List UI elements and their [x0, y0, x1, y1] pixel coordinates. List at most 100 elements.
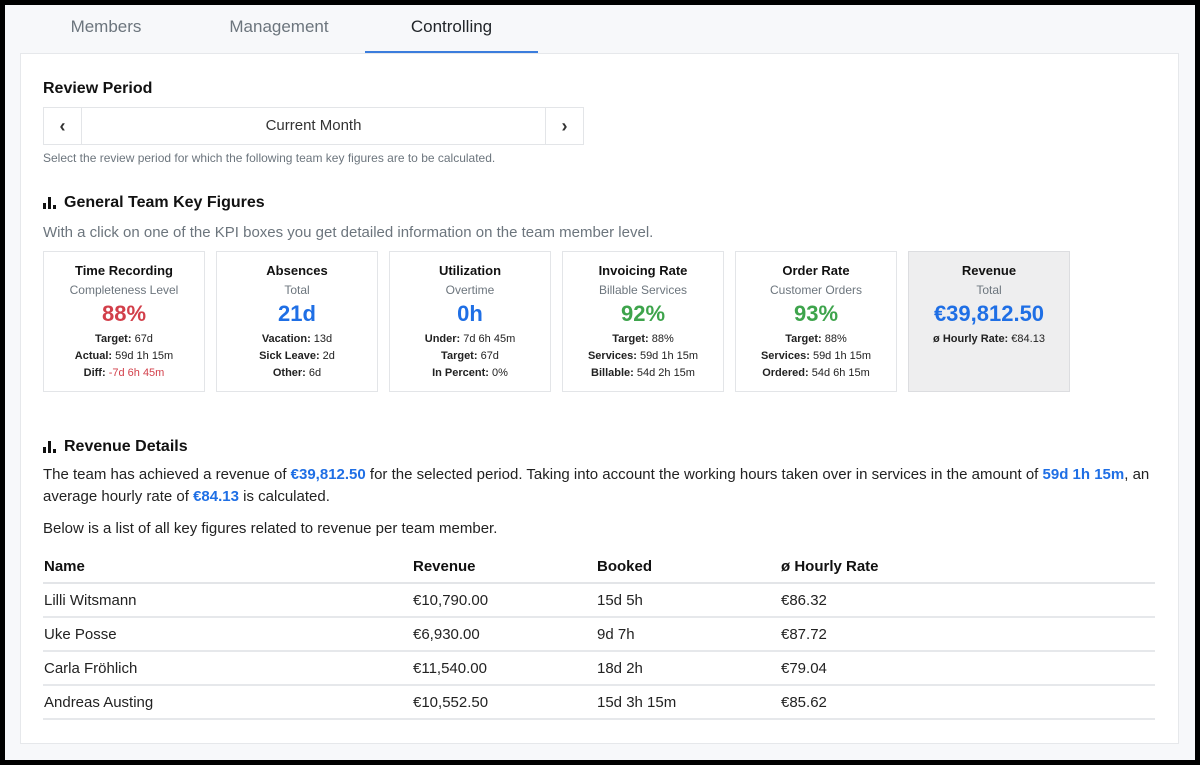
tab-bar: Members Management Controlling	[5, 5, 1195, 53]
cell-revenue: €10,790.00	[412, 583, 596, 618]
kpi-box-time-recording[interactable]: Time Recording Completeness Level 88% Targe…	[43, 251, 205, 392]
kpi-detail-label: Ordered:	[762, 367, 809, 379]
kpi-value: 0h	[457, 301, 483, 326]
kpi-title: Absences	[266, 263, 328, 278]
kpi-boxes: Time Recording Completeness Level 88% Targe…	[43, 251, 1070, 392]
highlighted-value: 59d 1h 15m	[1042, 466, 1125, 483]
cell-hourly-rate: €79.04	[780, 651, 1155, 686]
summary-text: The team has achieved a revenue of	[43, 466, 291, 483]
kpi-detail-line: Billable: 54d 2h 15m	[563, 365, 723, 382]
cell-revenue: €6,930.00	[412, 617, 596, 652]
kpi-detail-value: 67d	[131, 333, 153, 345]
previous-period-button[interactable]: ‹	[44, 108, 82, 144]
kpi-detail-label: Target:	[612, 333, 649, 345]
key-figures-heading: General Team Key Figures	[43, 194, 265, 212]
app-window: Members Management Controlling Review Pe…	[5, 5, 1195, 760]
kpi-title: Utilization	[438, 263, 502, 278]
column-header-hourly-rate[interactable]: ø Hourly Rate	[780, 550, 1155, 584]
summary-text: is calculated.	[238, 488, 330, 505]
kpi-detail-value: 67d	[477, 350, 499, 362]
kpi-detail-label: In Percent:	[432, 367, 489, 379]
column-header-name[interactable]: Name	[43, 550, 412, 584]
table-header-row: Name Revenue Booked ø Hourly Rate	[43, 550, 1155, 584]
tab-controlling[interactable]: Controlling	[365, 5, 538, 53]
tab-members[interactable]: Members	[45, 5, 167, 53]
kpi-subtitle: Overtime	[445, 283, 495, 297]
kpi-details: Target: 67d Actual: 59d 1h 15m Diff: -7d 6…	[44, 331, 204, 382]
kpi-subtitle: Billable Services	[598, 283, 688, 297]
key-figures-description: With a click on one of the KPI boxes you…	[43, 224, 654, 241]
cell-booked: 15d 5h	[596, 583, 780, 618]
kpi-detail-label: Target:	[785, 333, 822, 345]
tab-management[interactable]: Management	[205, 5, 353, 53]
cell-revenue: €11,540.00	[412, 651, 596, 686]
kpi-detail-value: 59d 1h 15m	[809, 350, 872, 362]
kpi-value: 92%	[620, 301, 666, 326]
kpi-value: 93%	[793, 301, 839, 326]
kpi-detail-label: Actual:	[74, 350, 113, 362]
bar-chart-icon	[43, 441, 56, 453]
kpi-title: Invoicing Rate	[598, 263, 688, 278]
kpi-detail-line: Actual: 59d 1h 15m	[44, 348, 204, 365]
kpi-detail-line: ø Hourly Rate: €84.13	[909, 331, 1069, 348]
kpi-detail-value: 88%	[648, 333, 674, 345]
kpi-box-invoicing-rate[interactable]: Invoicing Rate Billable Services 92% Target…	[562, 251, 724, 392]
key-figures-title: General Team Key Figures	[64, 194, 265, 211]
kpi-detail-label: Under:	[424, 333, 461, 345]
kpi-detail-value: 2d	[319, 350, 335, 362]
kpi-details: Vacation: 13d Sick Leave: 2d Other: 6d	[217, 331, 377, 382]
kpi-detail-label: Target:	[441, 350, 478, 362]
revenue-summary: The team has achieved a revenue of €39,8…	[43, 464, 1163, 508]
kpi-box-absences[interactable]: Absences Total 21d Vacation: 13d Sick Leave:…	[216, 251, 378, 392]
kpi-box-order-rate[interactable]: Order Rate Customer Orders 93% Target: 88% S…	[735, 251, 897, 392]
cell-hourly-rate: €85.62	[780, 685, 1155, 720]
kpi-detail-line: Sick Leave: 2d	[217, 348, 377, 365]
chevron-left-icon: ‹	[59, 115, 66, 136]
kpi-detail-value: €84.13	[1008, 333, 1045, 345]
kpi-detail-label: ø Hourly Rate:	[933, 333, 1009, 345]
column-header-revenue[interactable]: Revenue	[412, 550, 596, 584]
kpi-detail-value: 59d 1h 15m	[636, 350, 699, 362]
review-period-help: Select the review period for which the f…	[43, 151, 496, 165]
kpi-box-revenue[interactable]: Revenue Total €39,812.50 ø Hourly Rate: €84…	[908, 251, 1070, 392]
bar-chart-icon	[43, 197, 56, 209]
table-row[interactable]: Lilli Witsmann €10,790.00 15d 5h €86.32	[43, 583, 1155, 618]
kpi-box-utilization[interactable]: Utilization Overtime 0h Under: 7d 6h 45m Tar…	[389, 251, 551, 392]
kpi-detail-value: 59d 1h 15m	[112, 350, 174, 362]
kpi-details: Target: 88% Services: 59d 1h 15m Billable:…	[563, 331, 723, 382]
cell-hourly-rate: €86.32	[780, 583, 1155, 618]
kpi-title: Time Recording	[74, 263, 173, 278]
current-period-label: Current Month	[265, 117, 362, 134]
kpi-detail-value: 7d 6h 45m	[460, 333, 516, 345]
kpi-detail-label: Target:	[95, 333, 132, 345]
kpi-detail-line: Target: 88%	[736, 331, 896, 348]
kpi-detail-value: 13d	[310, 333, 333, 345]
kpi-detail-label: Sick Leave:	[259, 350, 320, 362]
kpi-subtitle: Total	[976, 283, 1002, 297]
kpi-detail-line: Target: 88%	[563, 331, 723, 348]
next-period-button[interactable]: ›	[545, 108, 583, 144]
table-row[interactable]: Carla Fröhlich €11,540.00 18d 2h €79.04	[43, 651, 1155, 686]
kpi-detail-line: Target: 67d	[390, 348, 550, 365]
kpi-detail-line: In Percent: 0%	[390, 365, 550, 382]
kpi-subtitle: Completeness Level	[69, 283, 179, 297]
kpi-detail-line: Services: 59d 1h 15m	[563, 348, 723, 365]
revenue-details-heading: Revenue Details	[43, 438, 188, 456]
revenue-details-title: Revenue Details	[64, 438, 188, 455]
kpi-detail-line: Diff: -7d 6h 45m	[44, 365, 204, 382]
cell-name: Andreas Austing	[43, 685, 412, 720]
kpi-detail-line: Under: 7d 6h 45m	[390, 331, 550, 348]
summary-text: for the selected period. Taking into acc…	[365, 466, 1043, 483]
kpi-details: ø Hourly Rate: €84.13	[909, 331, 1069, 348]
table-row[interactable]: Uke Posse €6,930.00 9d 7h €87.72	[43, 617, 1155, 652]
review-period-selector: ‹ Current Month ›	[43, 107, 584, 145]
kpi-value: €39,812.50	[933, 301, 1045, 326]
column-header-booked[interactable]: Booked	[596, 550, 780, 584]
kpi-detail-label: Services:	[587, 350, 637, 362]
highlighted-value: €39,812.50	[290, 466, 366, 483]
kpi-value: 88%	[101, 301, 147, 326]
kpi-detail-value: 6d	[305, 367, 322, 379]
kpi-detail-label: Billable:	[591, 367, 634, 379]
table-row[interactable]: Andreas Austing €10,552.50 15d 3h 15m €85.6…	[43, 685, 1155, 720]
kpi-detail-value: 0%	[488, 367, 508, 379]
